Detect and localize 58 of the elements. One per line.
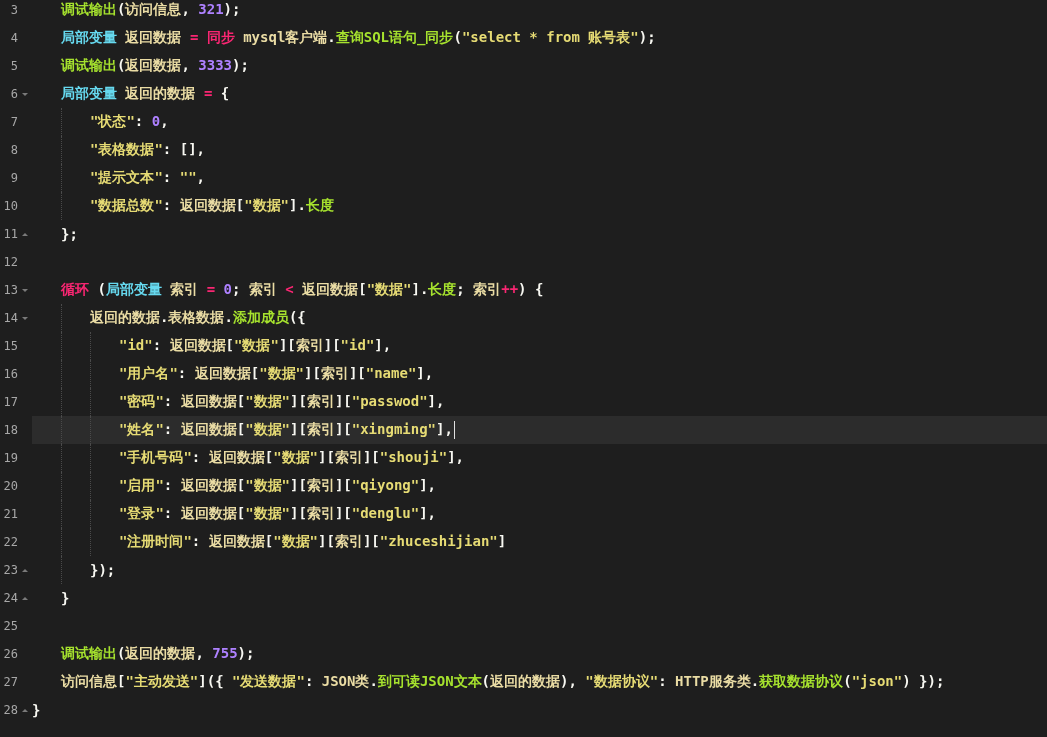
line-number: 23 xyxy=(3,563,18,577)
caret-up-icon[interactable] xyxy=(22,596,28,600)
code-line: 返回的数据.表格数据.添加成员({ xyxy=(90,309,306,327)
code-line: 调试输出(返回的数据, 755); xyxy=(61,645,255,663)
code-line: "状态": 0, xyxy=(90,113,169,131)
code-line: 访问信息["主动发送"]({ "发送数据": JSON类.到可读JSON文本(返回的数据), "数据协议": HTTP服务类.获取数据协议("json") }); xyxy=(61,673,945,691)
line-number: 13 xyxy=(3,283,18,297)
code-line: "提示文本": "", xyxy=(90,169,205,187)
caret-down-icon[interactable] xyxy=(22,92,28,96)
code-line: "启用": 返回数据["数据"][索引]["qiyong"], xyxy=(119,477,437,495)
code-line: 调试输出(返回数据, 3333); xyxy=(61,57,249,75)
line-number: 25 xyxy=(3,619,18,633)
line-number: 9 xyxy=(10,171,18,185)
code-line: "姓名": 返回数据["数据"][索引]["xingming"], xyxy=(119,421,453,439)
line-number: 15 xyxy=(3,339,18,353)
caret-up-icon[interactable] xyxy=(22,568,28,572)
caret-up-icon[interactable] xyxy=(22,708,28,712)
code-line: "手机号码": 返回数据["数据"][索引]["shouji"], xyxy=(119,449,465,467)
code-line: }; xyxy=(61,226,78,242)
code-line: } xyxy=(61,590,70,606)
code-line: 循环 (局部变量 索引 = 0; 索引 < 返回数据["数据"].长度; 索引++) { xyxy=(61,281,544,299)
code-line: "表格数据": [], xyxy=(90,141,205,159)
line-number: 28 xyxy=(3,703,18,717)
line-number: 12 xyxy=(3,255,18,269)
text-cursor xyxy=(453,421,455,439)
line-number: 4 xyxy=(10,31,18,45)
line-number: 7 xyxy=(10,115,18,129)
line-number: 17 xyxy=(3,395,18,409)
caret-down-icon[interactable] xyxy=(22,316,28,320)
line-number: 11 xyxy=(3,227,18,241)
caret-up-icon[interactable] xyxy=(22,232,28,236)
code-line: "id": 返回数据["数据"][索引]["id"], xyxy=(119,337,392,355)
caret-down-icon[interactable] xyxy=(22,288,28,292)
line-number: 8 xyxy=(10,143,18,157)
code-line: "注册时间": 返回数据["数据"][索引]["zhuceshijian"] xyxy=(119,533,507,551)
line-number: 14 xyxy=(3,311,18,325)
line-number: 10 xyxy=(3,199,18,213)
code-line: "用户名": 返回数据["数据"][索引]["name"], xyxy=(119,365,434,383)
code-line: 调试输出(访问信息, 321); xyxy=(61,1,241,19)
line-number: 20 xyxy=(3,479,18,493)
line-number: 27 xyxy=(3,675,18,689)
line-number: 24 xyxy=(3,591,18,605)
line-number: 21 xyxy=(3,507,18,521)
line-number: 26 xyxy=(3,647,18,661)
line-number: 18 xyxy=(3,423,18,437)
line-number: 19 xyxy=(3,451,18,465)
code-line: 局部变量 返回数据 = 同步 mysql客户端.查询SQL语句_同步("select * from 账号表"); xyxy=(61,29,656,47)
code-line: "数据总数": 返回数据["数据"].长度 xyxy=(90,197,334,215)
code-line: "登录": 返回数据["数据"][索引]["denglu"], xyxy=(119,505,437,523)
line-number: 5 xyxy=(10,59,18,73)
line-number: 6 xyxy=(10,87,18,101)
code-line: "密码": 返回数据["数据"][索引]["passwod"], xyxy=(119,393,445,411)
code-line: 局部变量 返回的数据 = { xyxy=(61,85,230,103)
code-line: }); xyxy=(90,562,116,578)
line-number: 3 xyxy=(10,3,18,17)
code-line: } xyxy=(32,702,41,718)
line-number: 22 xyxy=(3,535,18,549)
line-number: 16 xyxy=(3,367,18,381)
